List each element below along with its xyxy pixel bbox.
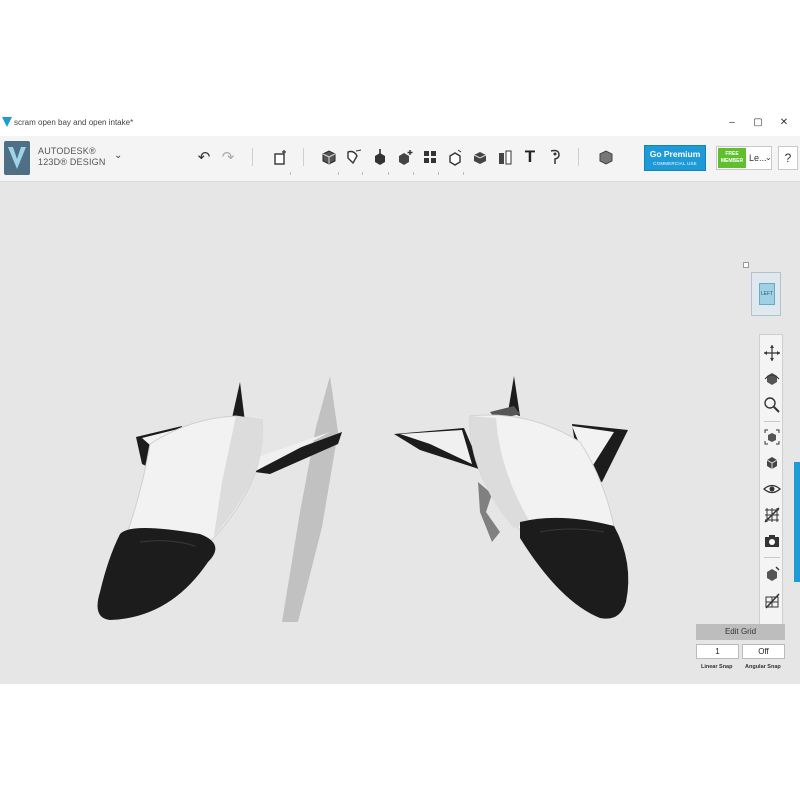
title-bar: scram open bay and open intake* – ▢ ✕ (0, 112, 800, 136)
nav-separator (764, 557, 780, 558)
fit-icon[interactable] (762, 427, 782, 447)
side-panel-tab[interactable] (794, 462, 800, 582)
toolbar-separator (303, 148, 304, 166)
brand-name: AUTODESK® 123D® DESIGN (38, 146, 106, 168)
scene-canvas[interactable] (0, 182, 800, 684)
construct-icon[interactable] (371, 148, 389, 166)
linear-snap-label: Linear Snap (701, 664, 733, 670)
account-menu[interactable]: FREE MEMBER Le... ⌄ (716, 146, 772, 170)
combine-icon[interactable] (471, 148, 489, 166)
go-premium-sublabel: COMMERCIAL USE (653, 161, 697, 166)
toolbar-tick (338, 172, 339, 175)
camera-icon[interactable] (762, 531, 782, 551)
autodesk-logo-icon[interactable] (4, 141, 30, 175)
transform-icon[interactable] (271, 148, 289, 166)
text-icon[interactable]: T (521, 147, 539, 166)
home-view-icon[interactable] (743, 262, 749, 268)
navigation-bar (759, 334, 783, 636)
view-cube-face[interactable]: LEFT (759, 283, 775, 305)
toolbar-tick (388, 172, 389, 175)
right-spaceplane-model[interactable] (394, 376, 629, 619)
angular-snap-label: Angular Snap (745, 664, 781, 670)
pattern-icon[interactable] (421, 148, 439, 166)
minimize-button[interactable]: – (724, 116, 740, 130)
brand-line-2: 123D® DESIGN (38, 157, 106, 167)
toolbar-tick (438, 172, 439, 175)
go-premium-button[interactable]: Go Premium COMMERCIAL USE (644, 145, 706, 171)
app-logo-icon (2, 117, 12, 127)
app-window: scram open bay and open intake* – ▢ ✕ AU… (0, 112, 800, 684)
help-button[interactable]: ? (778, 146, 798, 170)
brand-line-1: AUTODESK® (38, 146, 96, 156)
badge-line-1: FREE (725, 151, 739, 157)
shape-icon[interactable] (597, 148, 615, 166)
modify-icon[interactable] (396, 148, 414, 166)
measure-icon[interactable] (496, 148, 514, 166)
left-spaceplane-model[interactable] (97, 376, 342, 622)
window-title: scram open bay and open intake* (14, 118, 134, 127)
account-name: Le... (749, 153, 767, 163)
material-icon[interactable] (546, 148, 564, 166)
nav-separator (764, 421, 780, 422)
sketch-icon[interactable] (345, 148, 363, 166)
zoom-icon[interactable] (762, 395, 782, 415)
toolbar-tick (463, 172, 464, 175)
angular-snap-field[interactable]: Off (742, 644, 785, 659)
view-cube[interactable]: LEFT (751, 272, 781, 316)
material-view-icon[interactable] (762, 565, 782, 585)
toolbar-tick (290, 172, 291, 175)
undo-icon[interactable]: ↶ (195, 148, 213, 166)
wireframe-icon[interactable] (762, 591, 782, 611)
toolbar-tick (413, 172, 414, 175)
3d-viewport[interactable]: LEFT Edit Grid 1 Off Linear Snap Angular… (0, 182, 800, 684)
toolbar-tick (362, 172, 363, 175)
app-menu-chevron-icon[interactable]: ⌄ (114, 150, 122, 161)
close-button[interactable]: ✕ (776, 116, 792, 130)
free-member-badge: FREE MEMBER (718, 148, 746, 168)
account-chevron-icon: ⌄ (765, 153, 772, 162)
toolbar-separator (252, 148, 253, 166)
redo-icon[interactable]: ↷ (219, 148, 237, 166)
primitives-icon[interactable] (320, 148, 338, 166)
linear-snap-field[interactable]: 1 (696, 644, 739, 659)
pan-icon[interactable] (762, 343, 782, 363)
view-cube-toggle-icon[interactable] (762, 453, 782, 473)
main-toolbar: AUTODESK® 123D® DESIGN ⌄ ↶ ↷ T Go Premiu… (0, 136, 800, 182)
edit-grid-button[interactable]: Edit Grid (696, 624, 785, 640)
orbit-icon[interactable] (762, 369, 782, 389)
restore-button[interactable]: ▢ (750, 116, 766, 130)
visibility-icon[interactable] (762, 479, 782, 499)
toolbar-separator (578, 148, 579, 166)
badge-line-2: MEMBER (720, 158, 744, 164)
grouping-icon[interactable] (446, 148, 464, 166)
go-premium-label: Go Premium (649, 149, 701, 159)
grid-toggle-icon[interactable] (762, 505, 782, 525)
